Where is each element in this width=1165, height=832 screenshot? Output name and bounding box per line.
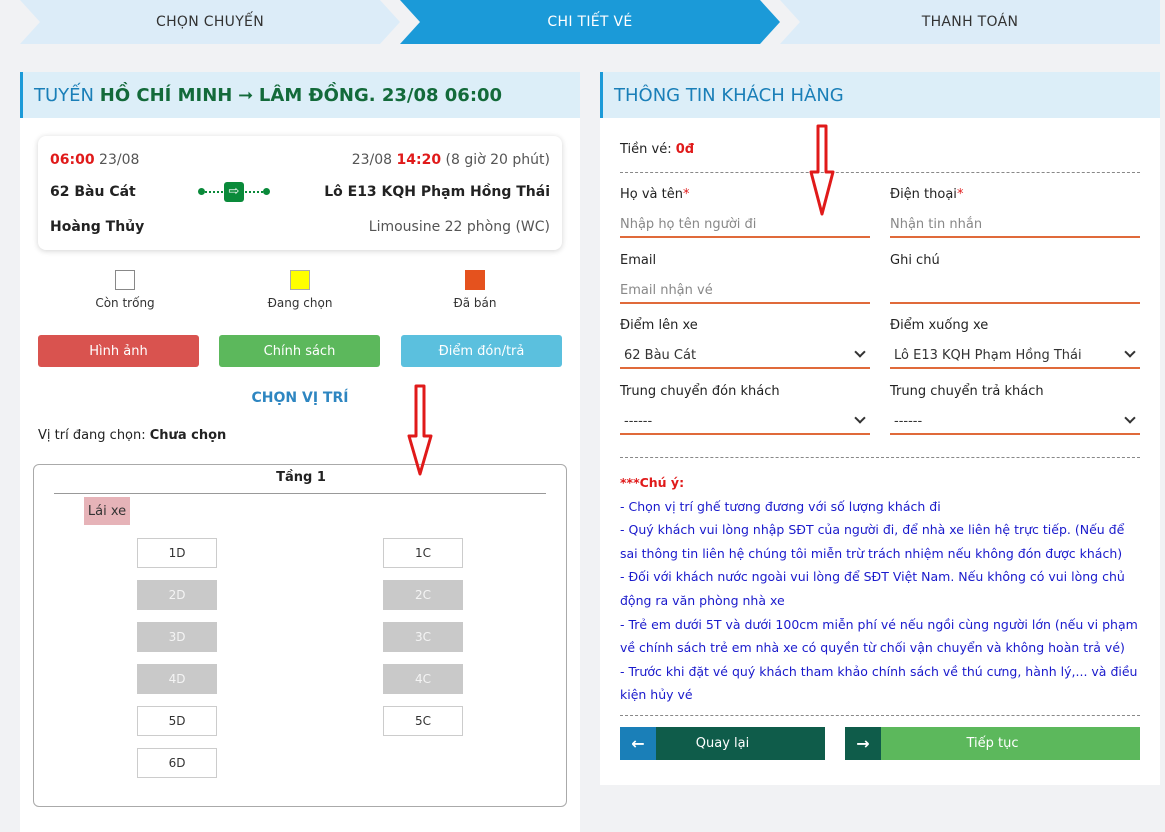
ticket-price-value: 0đ [675,142,695,157]
route-bus-icon: ⇨ [198,180,270,204]
step-payment[interactable]: THANH TOÁN [780,0,1160,44]
chevron-down-icon [1124,346,1136,358]
legend-sold-swatch [465,270,485,290]
route-datetime: . 23/08 06:00 [368,84,503,106]
note-input[interactable] [890,278,1140,304]
route-to: LÂM ĐỒNG [258,84,369,106]
route-prefix: TUYẾN [34,84,95,106]
seat-4C: 4C [383,664,463,694]
email-input[interactable]: Email nhận vé [620,278,870,304]
seat-2C: 2C [383,580,463,610]
customer-panel: THÔNG TIN KHÁCH HÀNG Tiền vé: 0đ Họ và t… [600,72,1160,785]
seat-map: Tầng 1 Lái xe 1D 1C 2D 2C 3D 3C 4D 4C 5D… [33,464,567,807]
note-line: - Trước khi đặt vé quý khách tham khảo c… [620,663,1138,703]
annotation-arrow-down-icon [809,124,835,216]
email-field: Email Email nhận vé [620,253,870,304]
chevron-down-icon [854,346,866,358]
depart-time: 06:00 [50,152,95,168]
seat-2D: 2D [137,580,217,610]
dropoff-select[interactable]: Lô E13 KQH Phạm Hồng Thái [890,343,1140,369]
current-seat: Vị trí đang chọn: Chưa chọn [38,428,227,443]
back-button[interactable]: ← Quay lại [620,727,825,760]
phone-input[interactable]: Nhận tin nhắn [890,212,1140,238]
transfer-pickup-select[interactable]: ------ [620,409,870,435]
route-from: HỒ CHÍ MINH [99,84,233,106]
phone-field: Điện thoại* Nhận tin nhắn [890,187,1140,238]
seat-5C[interactable]: 5C [383,706,463,736]
seat-1C[interactable]: 1C [383,538,463,568]
driver-seat: Lái xe [84,497,130,525]
choose-seat-title: CHỌN VỊ TRÍ [251,390,349,406]
seat-5D[interactable]: 5D [137,706,217,736]
legend-selecting-swatch [290,270,310,290]
depart-date: 23/08 [99,152,140,168]
ticket-price: Tiền vé: 0đ [620,142,695,157]
arrow-left-icon: ← [620,727,656,760]
step-ticket-details[interactable]: CHI TIẾT VÉ [400,0,780,44]
dropoff-field: Điểm xuống xe Lô E13 KQH Phạm Hồng Thái [890,318,1140,369]
policy-button[interactable]: Chính sách [219,335,380,367]
route-arrow-icon: ➞ [238,84,254,106]
customer-header: THÔNG TIN KHÁCH HÀNG [600,72,1160,118]
step-choose-trip[interactable]: CHỌN CHUYẾN [20,0,400,44]
note-line: - Đối với khách nước ngoài vui lòng để S… [620,569,1125,608]
legend-sold: Đã bán [415,270,535,310]
seat-1D[interactable]: 1D [137,538,217,568]
arrive-time: 14:20 [396,152,442,168]
seat-3D: 3D [137,622,217,652]
pickup-field: Điểm lên xe 62 Bàu Cát [620,318,870,369]
arrow-right-icon: → [845,727,881,760]
pickup-select[interactable]: 62 Bàu Cát [620,343,870,369]
note-line: - Quý khách vui lòng nhập SĐT của người … [620,522,1125,561]
origin: 62 Bàu Cát [50,184,136,200]
trip-duration: (8 giờ 20 phút) [445,152,550,168]
seat-3C: 3C [383,622,463,652]
transfer-drop-field: Trung chuyển trả khách ------ [890,384,1140,435]
floor-title: Tầng 1 [276,470,326,485]
legend-selecting: Đang chọn [240,270,360,310]
notes-title: ***Chú ý: [620,475,685,490]
continue-button[interactable]: → Tiếp tục [845,727,1140,760]
legend-available-swatch [115,270,135,290]
current-seat-value: Chưa chọn [149,428,227,443]
destination: Lô E13 KQH Phạm Hồng Thái [324,184,550,200]
operator: Hoàng Thủy [50,219,145,235]
trip-card: 06:00 23/08 23/08 14:20 (8 giờ 20 phút) … [38,136,562,250]
vehicle-type: Limousine 22 phòng (WC) [368,219,550,235]
note-line: - Trẻ em dưới 5T và dưới 100cm miễn phí … [620,616,1138,656]
trip-panel: TUYẾN HỒ CHÍ MINH ➞ LÂM ĐỒNG . 23/08 06:… [20,72,580,832]
route-header: TUYẾN HỒ CHÍ MINH ➞ LÂM ĐỒNG . 23/08 06:… [20,72,580,118]
images-button[interactable]: Hình ảnh [38,335,199,367]
note-line: - Chọn vị trí ghế tương đương với số lượ… [620,498,941,514]
seat-6D[interactable]: 6D [137,748,217,778]
notes: ***Chú ý: - Chọn vị trí ghế tương đương … [620,471,1140,707]
progress-steps: CHỌN CHUYẾN CHI TIẾT VÉ THANH TOÁN [0,0,1165,44]
annotation-arrow-down-icon [407,384,433,476]
arrive-date: 23/08 [351,152,393,168]
transfer-pickup-field: Trung chuyển đón khách ------ [620,384,870,435]
chevron-down-icon [854,412,866,424]
chevron-down-icon [1124,412,1136,424]
transfer-drop-select[interactable]: ------ [890,409,1140,435]
seat-4D: 4D [137,664,217,694]
pickup-points-button[interactable]: Điểm đón/trả [401,335,562,367]
note-field: Ghi chú [890,253,1140,304]
legend-available: Còn trống [65,270,185,310]
